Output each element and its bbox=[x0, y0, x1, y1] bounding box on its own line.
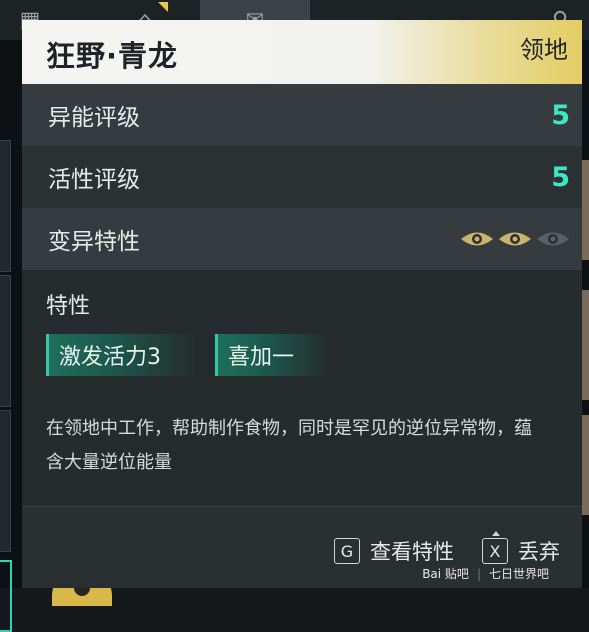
eye-icon bbox=[499, 232, 531, 246]
selected-slot-outline[interactable] bbox=[0, 560, 12, 632]
creature-description: 在领地中工作，帮助制作食物，同时是罕见的逆位异常物，蕴含大量逆位能量 bbox=[46, 418, 532, 473]
creature-name: 狂野·青龙 bbox=[46, 39, 179, 73]
trait-chip[interactable]: 激发活力3 bbox=[46, 334, 197, 376]
slot-card[interactable] bbox=[0, 140, 11, 272]
stat-value: 5 bbox=[551, 99, 570, 131]
right-slot-column bbox=[582, 40, 589, 588]
creature-detail-panel: 狂野·青龙 领地 异能评级 5 活性评级 5 变异特性 特性 激发活力3 喜加一… bbox=[22, 20, 582, 588]
action-bar: G 查看特性 X 丢弃 bbox=[334, 531, 560, 566]
stat-label: 异能评级 bbox=[48, 105, 140, 131]
view-traits-button[interactable]: 查看特性 bbox=[370, 536, 454, 566]
watermark-right: 七日世界吧 bbox=[488, 567, 549, 581]
category-tag: 领地 bbox=[520, 36, 568, 64]
slot-thumbnail[interactable] bbox=[582, 415, 589, 515]
left-slot-column bbox=[0, 40, 22, 632]
watermark-separator: | bbox=[476, 566, 481, 581]
eye-icon bbox=[461, 232, 493, 246]
mutation-label: 变异特性 bbox=[48, 229, 140, 255]
eye-icon bbox=[537, 232, 569, 246]
panel-header: 狂野·青龙 领地 bbox=[22, 20, 582, 84]
stat-value: 5 bbox=[551, 161, 570, 193]
slot-thumbnail[interactable] bbox=[582, 290, 589, 400]
key-hint-x[interactable]: X bbox=[482, 531, 508, 564]
traits-title: 特性 bbox=[46, 294, 91, 319]
slot-card[interactable] bbox=[0, 275, 11, 407]
slot-thumbnail[interactable] bbox=[582, 160, 589, 260]
notification-marker bbox=[158, 2, 168, 12]
watermark-left: Bai 贴吧 bbox=[422, 567, 469, 581]
slot-card[interactable] bbox=[0, 410, 11, 552]
traits-section: 特性 激发活力3 喜加一 在领地中工作，帮助制作食物，同时是罕见的逆位异常物，蕴… bbox=[22, 270, 582, 506]
stat-row-mutation: 变异特性 bbox=[22, 208, 582, 270]
trait-chip[interactable]: 喜加一 bbox=[215, 334, 331, 376]
stat-row-activity-grade: 活性评级 5 bbox=[22, 146, 582, 208]
watermark: Bai 贴吧 | 七日世界吧 bbox=[422, 565, 549, 582]
divider bbox=[22, 506, 582, 507]
stat-label: 活性评级 bbox=[48, 167, 140, 193]
discard-button[interactable]: 丢弃 bbox=[518, 536, 560, 566]
mutation-level-indicator bbox=[460, 230, 570, 248]
stat-row-ability-grade: 异能评级 5 bbox=[22, 84, 582, 146]
key-hint-g[interactable]: G bbox=[334, 538, 360, 564]
